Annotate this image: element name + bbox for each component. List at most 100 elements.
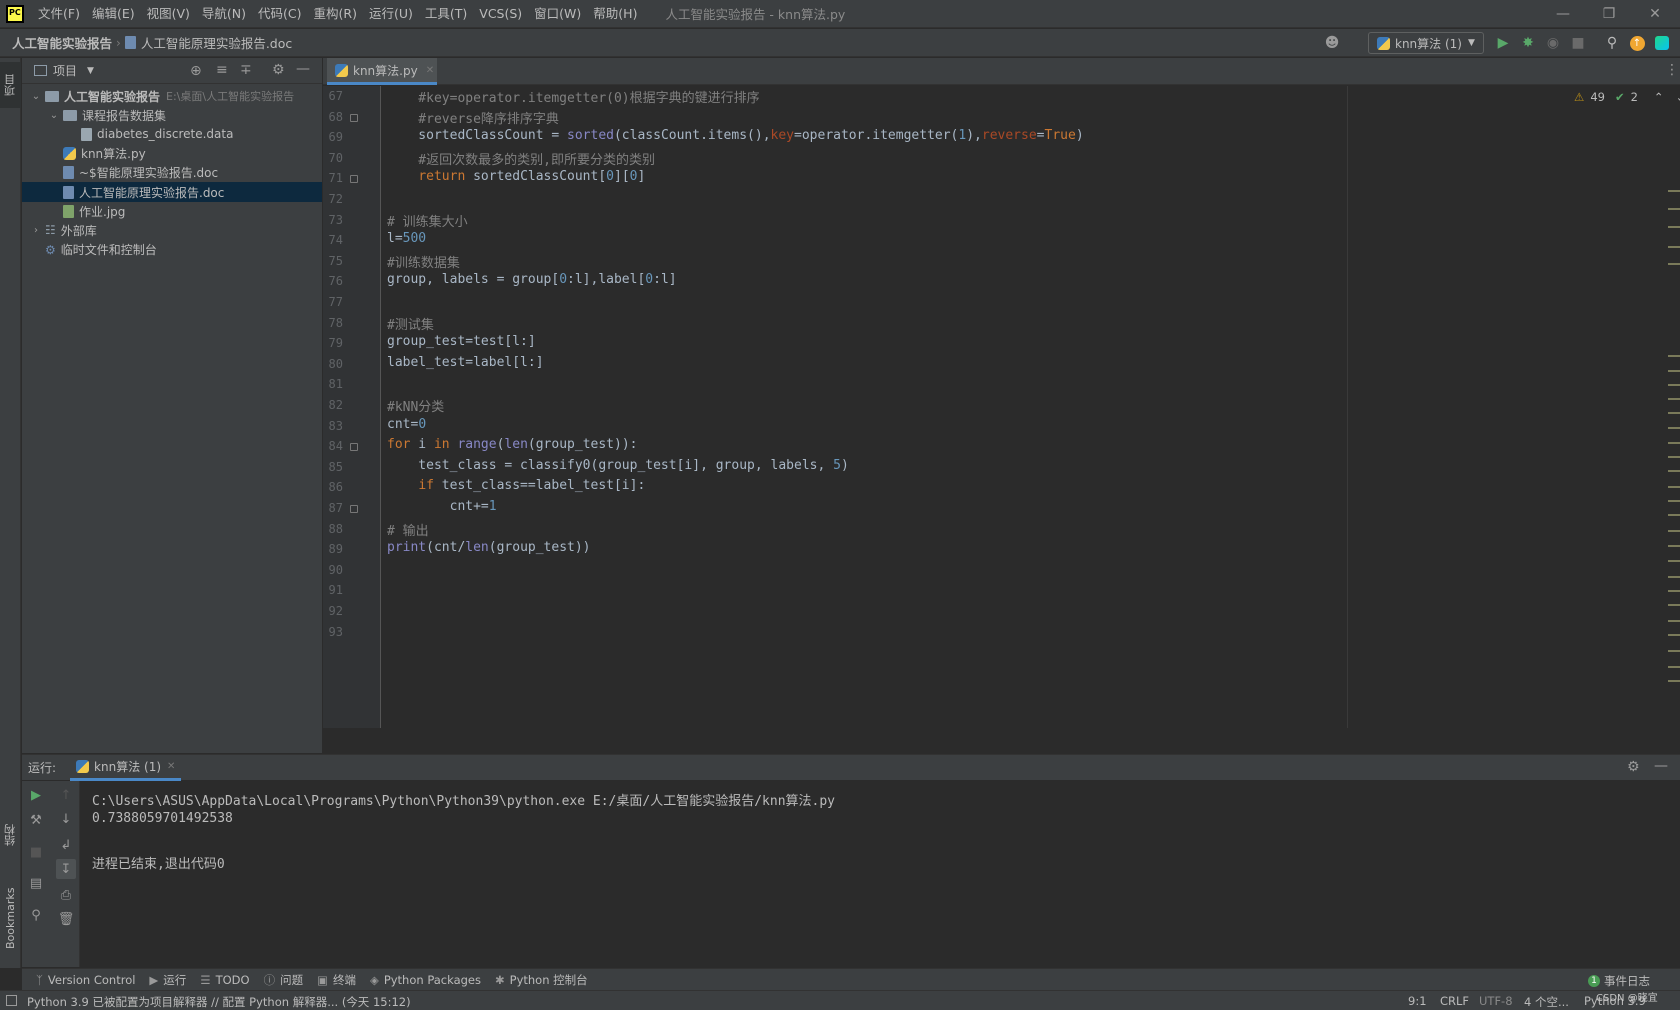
- expand-all-icon[interactable]: ≡: [216, 62, 228, 78]
- tool-window-1[interactable]: ▶ 运行: [149, 972, 186, 988]
- error-stripe-mark[interactable]: [1668, 412, 1680, 414]
- error-stripe-mark[interactable]: [1668, 470, 1680, 472]
- project-tree-item[interactable]: diabetes_discrete.data: [22, 124, 322, 144]
- project-tree-item[interactable]: ~$智能原理实验报告.doc: [22, 163, 322, 183]
- toggle-tool-windows-icon[interactable]: [6, 995, 17, 1006]
- stop-icon[interactable]: ■: [26, 842, 46, 862]
- close-tab-icon[interactable]: ✕: [426, 65, 434, 76]
- hide-panel-icon[interactable]: —: [296, 61, 310, 77]
- tool-window-3[interactable]: ⓘ 问题: [264, 972, 304, 988]
- rerun-icon[interactable]: ▶: [26, 785, 46, 805]
- editor-tab-knn[interactable]: knn算法.py ✕: [327, 58, 437, 85]
- run-console-output[interactable]: C:\Users\ASUS\AppData\Local\Programs\Pyt…: [81, 781, 1680, 967]
- error-stripe-mark[interactable]: [1668, 514, 1680, 516]
- file-encoding[interactable]: UTF-8: [1479, 994, 1513, 1008]
- error-stripe-mark[interactable]: [1668, 442, 1680, 444]
- vcs-user-icon[interactable]: ☻: [1322, 33, 1342, 53]
- menu-item-0[interactable]: 文件(F): [32, 0, 86, 28]
- modify-config-wrench-icon[interactable]: ⚒: [26, 810, 46, 830]
- previous-highlight-icon[interactable]: ⌃: [1654, 90, 1664, 104]
- next-highlight-icon[interactable]: ⌄: [1676, 90, 1680, 104]
- chevron-right-icon[interactable]: ›: [30, 225, 42, 236]
- project-tree-item[interactable]: 人工智能原理实验报告.doc: [22, 182, 322, 202]
- project-tree-item[interactable]: ⌄ 人工智能实验报告 E:\桌面\人工智能实验报告: [22, 86, 322, 106]
- code-editor[interactable]: ⚠ 49 ✔ 2 ⌃ ⌄ #key=operator.itemgetter(0)根据…: [382, 86, 1680, 728]
- indent-setting[interactable]: 4 个空...: [1524, 994, 1569, 1010]
- chevron-down-icon[interactable]: ▼: [87, 66, 94, 76]
- inspection-widget[interactable]: ⚠ 49 ✔ 2 ⌃ ⌄: [1574, 90, 1680, 104]
- hide-panel-icon[interactable]: —: [1654, 758, 1668, 774]
- fold-marker-icon[interactable]: [350, 175, 358, 184]
- error-stripe-mark[interactable]: [1668, 560, 1680, 562]
- error-stripe-mark[interactable]: [1668, 263, 1680, 265]
- minimize-icon[interactable]: —: [1540, 0, 1586, 28]
- error-stripe-mark[interactable]: [1668, 604, 1680, 606]
- error-stripe-mark[interactable]: [1668, 680, 1680, 682]
- menu-item-2[interactable]: 视图(V): [141, 0, 196, 28]
- error-stripe-mark[interactable]: [1668, 398, 1680, 400]
- project-panel-title[interactable]: 项目: [53, 62, 77, 79]
- debug-icon[interactable]: ✸: [1518, 33, 1538, 53]
- scroll-to-end-icon[interactable]: ↧: [56, 859, 76, 879]
- project-tree-item[interactable]: ⌄ 课程报告数据集: [22, 105, 322, 125]
- error-stripe-mark[interactable]: [1668, 246, 1680, 248]
- menu-item-7[interactable]: 工具(T): [419, 0, 473, 28]
- menu-item-1[interactable]: 编辑(E): [86, 0, 141, 28]
- restore-icon[interactable]: ❐: [1586, 0, 1632, 28]
- settings-gear-icon[interactable]: ⚙: [1627, 759, 1640, 775]
- error-stripe-mark[interactable]: [1668, 456, 1680, 458]
- update-icon[interactable]: ↑: [1627, 33, 1647, 53]
- project-tree-item[interactable]: 作业.jpg: [22, 201, 322, 221]
- error-stripe-mark[interactable]: [1668, 666, 1680, 668]
- bookmarks-tool-tab[interactable]: Bookmarks: [0, 873, 21, 963]
- settings-gear-icon[interactable]: ⚙: [272, 62, 285, 78]
- error-stripe-mark[interactable]: [1668, 545, 1680, 547]
- down-arrow-icon[interactable]: ↓: [56, 809, 76, 829]
- search-icon[interactable]: ⚲: [1602, 33, 1622, 53]
- error-stripe-mark[interactable]: [1668, 500, 1680, 502]
- error-stripe-mark[interactable]: [1668, 190, 1680, 192]
- tool-window-6[interactable]: ✱ Python 控制台: [495, 972, 588, 988]
- error-stripe-mark[interactable]: [1668, 427, 1680, 429]
- menu-item-3[interactable]: 导航(N): [196, 0, 252, 28]
- chevron-down-icon[interactable]: ⌄: [30, 91, 42, 102]
- coverage-icon[interactable]: ◉: [1543, 33, 1563, 53]
- error-stripe-mark[interactable]: [1668, 590, 1680, 592]
- fold-marker-icon[interactable]: [350, 113, 358, 122]
- error-stripe-mark[interactable]: [1668, 650, 1680, 652]
- breadcrumb-file[interactable]: 人工智能原理实验报告.doc: [141, 33, 292, 52]
- project-tree-item[interactable]: ⚙ 临时文件和控制台: [22, 240, 322, 260]
- jetbrains-toolbox-icon[interactable]: [1652, 33, 1672, 53]
- print-icon[interactable]: ⎙: [56, 885, 76, 905]
- run-tab[interactable]: knn算法 (1) ✕: [70, 755, 182, 781]
- stop-icon[interactable]: ■: [1568, 33, 1588, 53]
- error-stripe-mark[interactable]: [1668, 530, 1680, 532]
- error-stripe-mark[interactable]: [1668, 634, 1680, 636]
- locate-file-icon[interactable]: ⊕: [190, 63, 202, 79]
- run-configuration-select[interactable]: knn算法 (1) ▼: [1368, 32, 1484, 54]
- fold-marker-icon[interactable]: [350, 505, 358, 513]
- clear-all-trash-icon[interactable]: 🗑: [56, 909, 76, 929]
- line-separator[interactable]: CRLF: [1440, 994, 1469, 1008]
- error-stripe-mark[interactable]: [1668, 208, 1680, 210]
- more-options-icon[interactable]: ⋮: [1665, 62, 1679, 78]
- project-tree-item[interactable]: knn算法.py: [22, 144, 322, 164]
- close-icon[interactable]: ✕: [1632, 0, 1678, 28]
- soft-wrap-icon[interactable]: ↲: [56, 835, 76, 855]
- tool-window-4[interactable]: ▣ 终端: [317, 972, 356, 988]
- project-tree-item[interactable]: › ☷ 外部库: [22, 220, 322, 240]
- close-tab-icon[interactable]: ✕: [167, 761, 175, 772]
- collapse-all-icon[interactable]: ∓: [240, 62, 252, 78]
- caret-position[interactable]: 9:1: [1408, 994, 1427, 1008]
- menu-item-5[interactable]: 重构(R): [308, 0, 363, 28]
- pin-tab-icon[interactable]: ⚲: [26, 905, 46, 925]
- error-stripe-mark[interactable]: [1668, 576, 1680, 578]
- restore-layout-icon[interactable]: ▤: [26, 873, 46, 893]
- project-tool-tab[interactable]: 项目: [0, 62, 21, 108]
- tool-window-5[interactable]: ◈ Python Packages: [370, 972, 481, 988]
- status-message[interactable]: Python 3.9 已被配置为项目解释器 // 配置 Python 解释器..…: [27, 994, 411, 1010]
- error-stripe-mark[interactable]: [1668, 384, 1680, 386]
- error-stripe-mark[interactable]: [1668, 486, 1680, 488]
- menu-item-8[interactable]: VCS(S): [473, 0, 528, 28]
- error-stripe-mark[interactable]: [1668, 355, 1680, 357]
